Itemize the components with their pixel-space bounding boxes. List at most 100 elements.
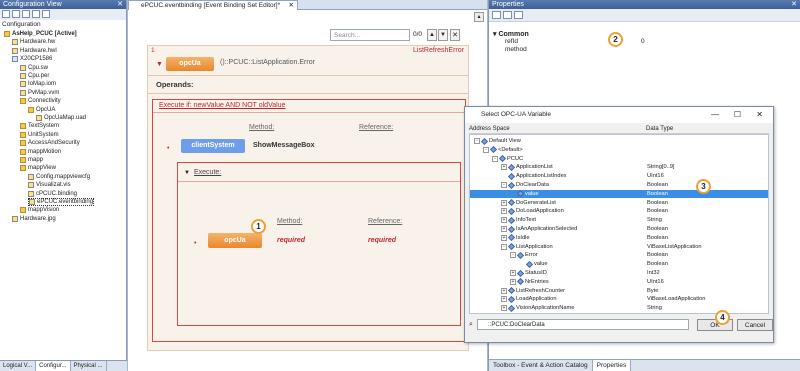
address-tree-row[interactable]: - PCUC: [470, 155, 768, 163]
new-icon[interactable]: [2, 10, 10, 18]
config-tree-item[interactable]: Config.mappviewcfg: [28, 173, 90, 181]
address-tree-row[interactable]: value Boolean: [470, 260, 768, 268]
tab-configuration-view[interactable]: Configur...: [36, 361, 71, 371]
refresh-icon[interactable]: [22, 10, 30, 18]
collapse-icon[interactable]: -: [483, 146, 489, 153]
close-tab-icon[interactable]: ✕: [289, 1, 294, 10]
address-tree-row[interactable]: - ListApplication ViBaseListApplication: [470, 243, 768, 251]
tab-physical-view[interactable]: Physical ...: [71, 361, 107, 371]
variable-filter-input[interactable]: ::PCUC:DoClearData: [477, 319, 689, 330]
config-tree-item[interactable]: Connectivity: [20, 97, 61, 105]
expand-icon[interactable]: +: [501, 287, 507, 294]
open-icon[interactable]: [12, 10, 20, 18]
address-tree-row[interactable]: ApplicationListIndex UInt16: [470, 172, 768, 180]
expand-icon[interactable]: +: [501, 208, 507, 215]
address-tree-row[interactable]: + NrEntries UInt16: [470, 278, 768, 286]
address-tree-row[interactable]: + IsAnApplicationSelected Boolean: [470, 225, 768, 233]
address-tree-row[interactable]: + InfoText String: [470, 216, 768, 224]
config-tree-item[interactable]: OpcUA: [28, 106, 55, 114]
tab-logical-view[interactable]: Logical V...: [0, 361, 37, 371]
address-tree-row[interactable]: + DoLoadApplication Boolean: [470, 207, 768, 215]
condition-text[interactable]: Execute if: newValue AND NOT oldValue: [159, 102, 285, 109]
config-tree-item[interactable]: mappView: [20, 164, 56, 172]
expand-icon[interactable]: +: [501, 199, 507, 206]
config-tree-item[interactable]: AsHelp_PCUC [Active]: [4, 30, 77, 38]
expand-icon[interactable]: +: [501, 296, 507, 303]
collapse-icon[interactable]: -: [510, 252, 516, 259]
method-required[interactable]: required: [277, 237, 305, 244]
expand-icon[interactable]: +: [501, 234, 507, 241]
prop-value-refid[interactable]: 0: [641, 38, 645, 45]
editor-scroll-up-icon[interactable]: ▴: [474, 12, 484, 22]
config-tree-item[interactable]: OpcUaMap.uad: [36, 114, 86, 122]
config-tree-item[interactable]: Hardware.jpg: [12, 215, 56, 223]
config-tree-item[interactable]: IoMap.iom: [20, 80, 56, 88]
collapse-arrow-icon[interactable]: ▼: [156, 61, 163, 68]
editor-tab[interactable]: ePCUC.eventbinding [Event Binding Set Ed…: [128, 0, 298, 10]
col-address-space[interactable]: Address Space: [469, 125, 510, 134]
col-data-type[interactable]: Data Type: [646, 125, 673, 134]
collapse-icon[interactable]: [32, 10, 40, 18]
categorized-icon[interactable]: [492, 11, 501, 19]
expand-icon[interactable]: +: [501, 226, 507, 232]
config-tree-item[interactable]: Cpu.sw: [20, 64, 48, 72]
address-tree-row[interactable]: - DoClearData Boolean: [470, 181, 768, 189]
address-tree-row[interactable]: + IsIdle Boolean: [470, 234, 768, 242]
search-prev-icon[interactable]: ▲: [427, 29, 437, 41]
expand-arrow-icon[interactable]: ▼: [184, 170, 190, 176]
address-tree-row[interactable]: - <Default>: [470, 146, 768, 154]
config-tree-item[interactable]: cPCUC.binding: [28, 190, 77, 198]
config-tree-item[interactable]: Cpu.per: [20, 72, 49, 80]
address-tree-row[interactable]: + ListRefreshCounter Byte: [470, 287, 768, 295]
tab-properties[interactable]: Properties: [592, 360, 632, 371]
config-tree-item[interactable]: Hardware.hwl: [12, 47, 57, 55]
close-icon[interactable]: ✕: [117, 0, 123, 9]
execute-block: ▼ Execute: Method: Reference: • opcUa re…: [177, 162, 461, 326]
collapse-icon[interactable]: -: [501, 243, 507, 250]
collapse-icon[interactable]: -: [474, 138, 480, 144]
tab-toolbox[interactable]: Toolbox - Event & Action Catalog: [489, 360, 593, 371]
maximize-icon[interactable]: ☐: [734, 107, 741, 122]
expand-icon[interactable]: +: [501, 164, 507, 171]
config-tree-item[interactable]: mappMotion: [20, 148, 61, 156]
expand-icon[interactable]: +: [510, 278, 516, 285]
sort-az-icon[interactable]: [503, 11, 512, 19]
collapse-icon[interactable]: -: [501, 182, 507, 188]
search-next-icon[interactable]: ▼: [438, 29, 448, 41]
address-tree-row[interactable]: value Boolean: [470, 189, 768, 198]
config-tree-item[interactable]: PvMap.vvm: [20, 89, 59, 97]
config-tree-item[interactable]: Visualizat.vis: [28, 181, 71, 189]
property-pages-icon[interactable]: [514, 11, 523, 19]
address-tree-row[interactable]: - Error Boolean: [470, 251, 768, 259]
config-tree-item[interactable]: ePCUC.eventbinding: [28, 198, 95, 206]
config-tree-item[interactable]: mappVision: [20, 206, 59, 214]
address-tree-row[interactable]: - Default View: [470, 137, 768, 145]
expand-icon[interactable]: +: [501, 305, 507, 312]
config-tree-item[interactable]: UnitSystem: [20, 131, 59, 139]
close-icon[interactable]: ✕: [791, 0, 797, 9]
config-tree-item[interactable]: Hardware.hw: [12, 38, 55, 46]
cancel-button[interactable]: Cancel: [737, 319, 773, 331]
event-source-badge[interactable]: opcUa: [166, 57, 214, 71]
collapse-icon[interactable]: -: [492, 155, 498, 162]
filter-icon[interactable]: [42, 10, 50, 18]
expand-icon[interactable]: +: [501, 217, 507, 224]
address-tree-row[interactable]: + DoGenerateList Boolean: [470, 199, 768, 207]
address-tree-row[interactable]: + StatusID Int32: [470, 269, 768, 277]
reference-required[interactable]: required: [368, 237, 396, 244]
expand-icon[interactable]: +: [510, 270, 516, 276]
address-tree-row[interactable]: + ApplicationList String[0..9]: [470, 163, 768, 171]
minimize-icon[interactable]: —: [711, 107, 719, 122]
config-tree-item[interactable]: TextSystem: [20, 122, 59, 130]
category-common[interactable]: ▾ Common: [493, 30, 529, 38]
config-tree-item[interactable]: AccessAndSecurity: [20, 139, 80, 147]
search-input[interactable]: Search...: [330, 29, 410, 41]
file-icon: [20, 81, 26, 88]
inner-opcua-badge[interactable]: opcUa: [208, 233, 262, 248]
search-close-icon[interactable]: ✕: [450, 29, 460, 41]
config-tree-item[interactable]: mapp: [20, 156, 43, 164]
address-tree-row[interactable]: + LoadApplication ViBaseLoadApplication: [470, 295, 768, 303]
action-badge[interactable]: clientSystem: [181, 139, 245, 153]
close-icon[interactable]: ✕: [756, 107, 763, 122]
config-tree-item[interactable]: X20CP1586: [12, 55, 52, 63]
